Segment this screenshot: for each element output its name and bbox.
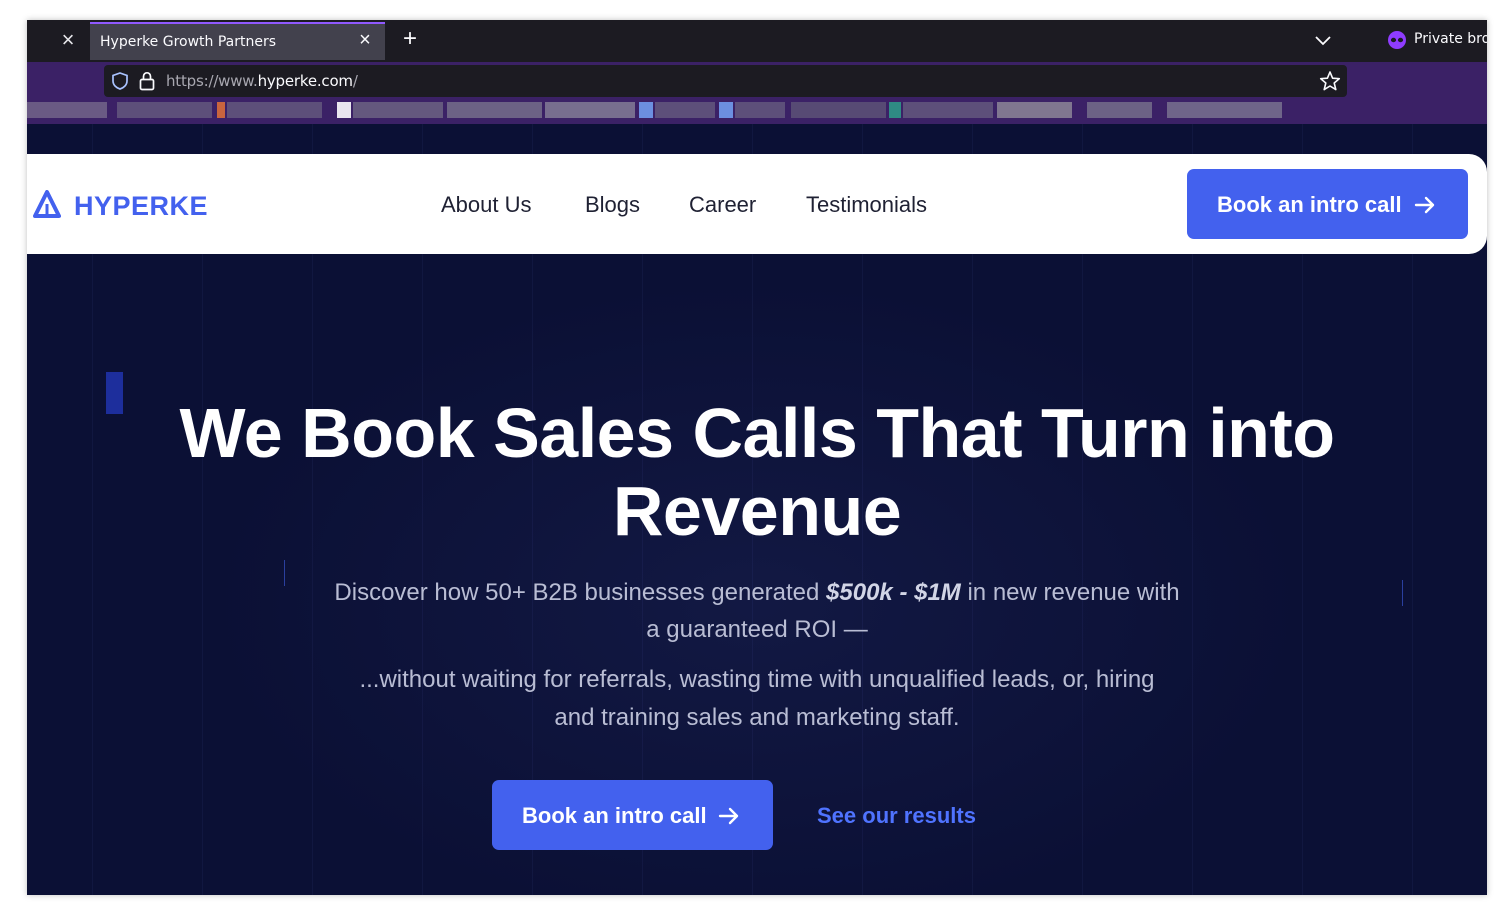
bookmark-blurred[interactable] bbox=[655, 102, 715, 118]
tab-active[interactable]: Hyperke Growth Partners × bbox=[90, 22, 385, 60]
bookmark-blurred[interactable] bbox=[353, 102, 443, 118]
nav-blogs[interactable]: Blogs bbox=[585, 192, 640, 218]
web-page: HYPERKE About Us Blogs Career Testimonia… bbox=[27, 124, 1487, 895]
private-mask-icon bbox=[1388, 31, 1406, 49]
see-results-link[interactable]: See our results bbox=[817, 803, 976, 829]
bookmark-blurred[interactable] bbox=[997, 102, 1072, 118]
tab-title: Hyperke Growth Partners bbox=[100, 34, 277, 50]
hero-book-call-label: Book an intro call bbox=[522, 803, 707, 828]
hero-title: We Book Sales Calls That Turn into Reven… bbox=[87, 394, 1427, 550]
url-domain: hyperke.com bbox=[257, 72, 353, 90]
arrow-right-icon bbox=[718, 807, 739, 825]
hero-subtitle-part1: Discover how 50+ B2B businesses generate… bbox=[334, 579, 827, 606]
bookmark-blurred-icon bbox=[889, 102, 901, 118]
hero-subtitle: Discover how 50+ B2B businesses generate… bbox=[327, 574, 1187, 648]
hero-title-line2: Revenue bbox=[612, 472, 902, 550]
bookmark-blurred[interactable] bbox=[447, 102, 542, 118]
browser-window: × Hyperke Growth Partners × + Private br… bbox=[27, 20, 1487, 895]
bookmark-blurred[interactable] bbox=[545, 102, 635, 118]
close-icon[interactable]: × bbox=[57, 29, 79, 51]
bookmark-blurred-icon bbox=[719, 102, 733, 118]
bookmark-blurred[interactable] bbox=[903, 102, 993, 118]
bookmark-blurred-icon bbox=[639, 102, 653, 118]
hero-description: ...without waiting for referrals, wastin… bbox=[359, 666, 1155, 731]
nav-testimonials[interactable]: Testimonials bbox=[806, 192, 927, 218]
bookmark-blurred[interactable] bbox=[117, 102, 212, 118]
decorative-tick bbox=[1402, 580, 1403, 606]
bookmark-blurred[interactable] bbox=[791, 102, 886, 118]
chevron-down-icon[interactable] bbox=[1313, 30, 1333, 50]
hero-book-call-button[interactable]: Book an intro call bbox=[492, 780, 773, 850]
logo-mark-icon bbox=[33, 190, 61, 218]
bookmark-blurred[interactable] bbox=[227, 102, 322, 118]
header-book-call-button[interactable]: Book an intro call bbox=[1187, 169, 1468, 239]
decorative-tick bbox=[284, 560, 285, 586]
bookmark-blurred-icon bbox=[217, 102, 225, 118]
hero-title-line1: We Book Sales Calls That Turn into bbox=[179, 394, 1335, 472]
bookmarks-bar bbox=[27, 102, 1487, 124]
bookmark-blurred[interactable] bbox=[735, 102, 785, 118]
tab-bar: × Hyperke Growth Partners × + Private br… bbox=[27, 20, 1487, 62]
url-bar[interactable]: https://www.hyperke.com/ bbox=[104, 65, 1347, 97]
url-text[interactable]: https://www.hyperke.com/ bbox=[166, 72, 358, 90]
new-tab-button[interactable]: + bbox=[399, 27, 421, 51]
logo-text: HYPERKE bbox=[74, 191, 209, 221]
star-icon[interactable] bbox=[1319, 70, 1341, 92]
nav-about-us[interactable]: About Us bbox=[441, 192, 532, 218]
bookmark-blurred-icon bbox=[337, 102, 351, 118]
hero-subtitle-emphasis: $500k - $1M bbox=[826, 579, 961, 606]
bookmark-blurred[interactable] bbox=[27, 102, 107, 118]
nav-career[interactable]: Career bbox=[689, 192, 756, 218]
private-label: Private bro bbox=[1414, 31, 1487, 47]
bookmark-blurred[interactable] bbox=[1087, 102, 1152, 118]
arrow-right-icon bbox=[1414, 196, 1435, 214]
url-suffix: / bbox=[352, 72, 358, 90]
nav-bar: https://www.hyperke.com/ bbox=[27, 62, 1487, 102]
lock-icon[interactable] bbox=[138, 71, 156, 91]
site-header: HYPERKE About Us Blogs Career Testimonia… bbox=[27, 154, 1487, 254]
shield-icon[interactable] bbox=[111, 72, 129, 90]
tab-close-icon[interactable]: × bbox=[355, 30, 375, 50]
url-prefix: https://www. bbox=[166, 72, 258, 90]
bookmark-blurred[interactable] bbox=[1167, 102, 1282, 118]
header-book-call-label: Book an intro call bbox=[1217, 192, 1402, 217]
